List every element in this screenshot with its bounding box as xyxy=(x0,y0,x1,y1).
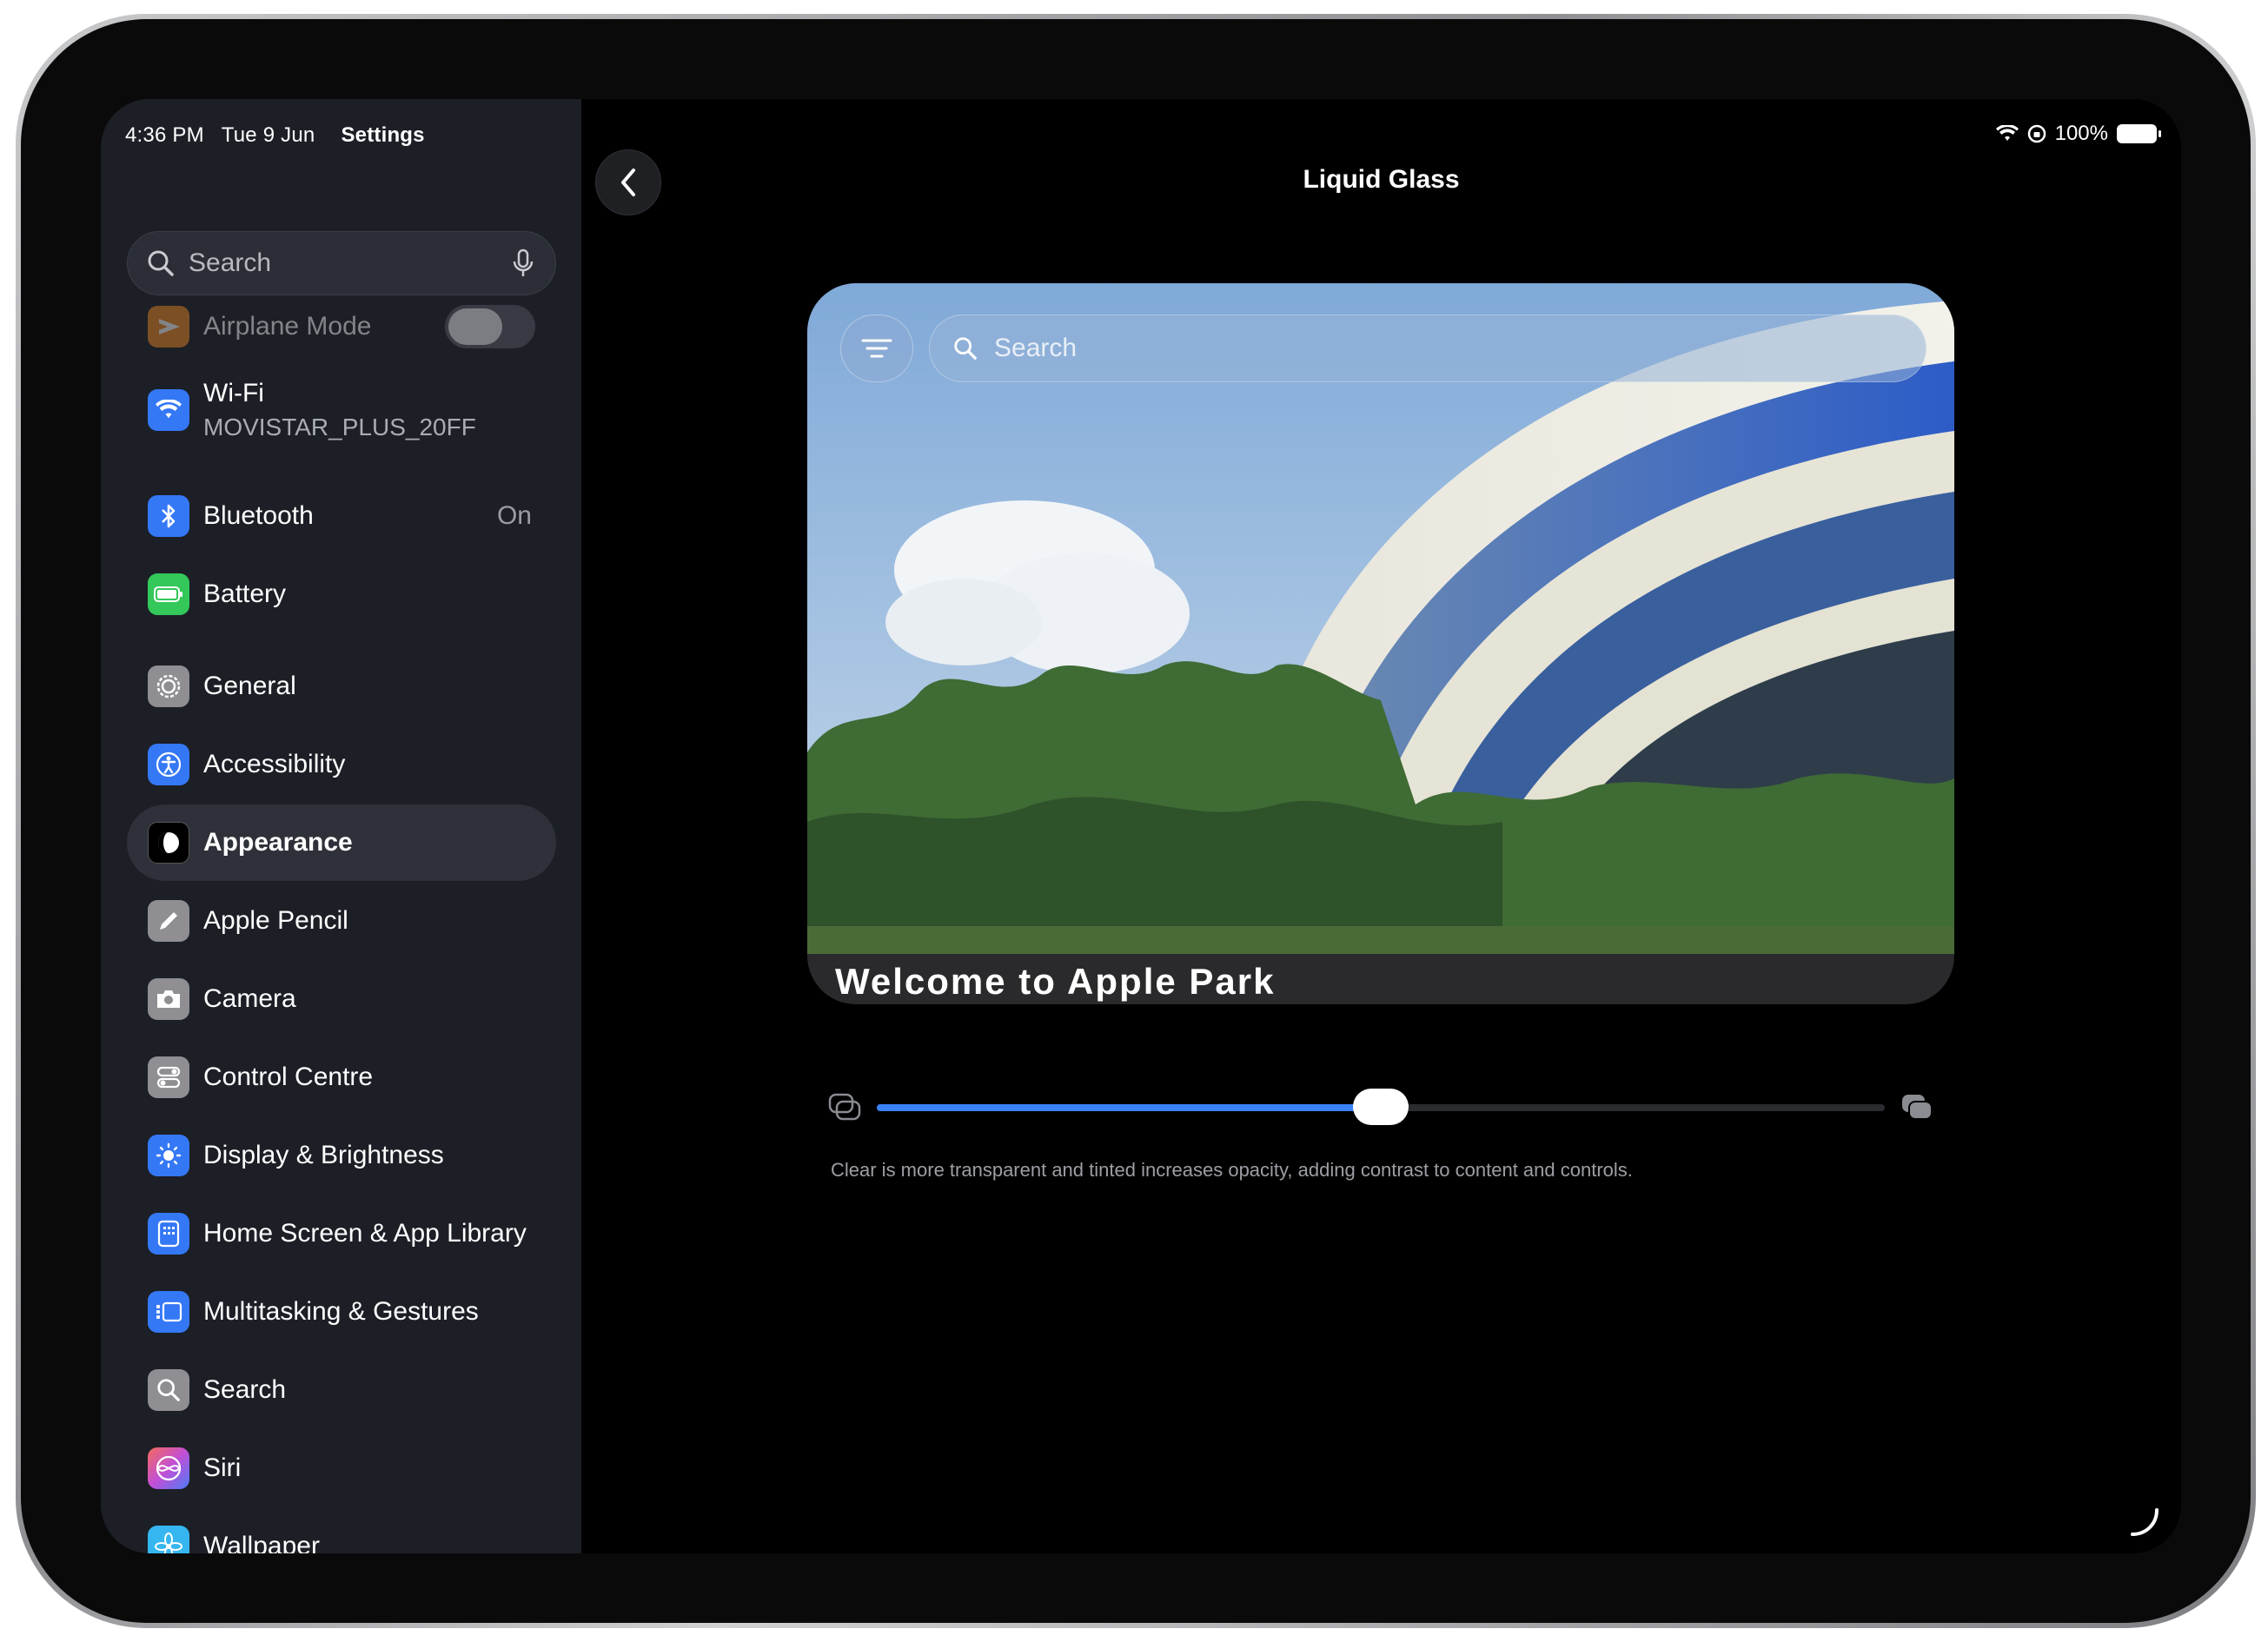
preview-search-field[interactable]: Search xyxy=(929,314,1926,382)
sidebar-item-label: Bluetooth xyxy=(203,501,314,530)
sidebar-item-battery[interactable]: Battery xyxy=(127,556,556,632)
settings-sidebar: Search Airplane Mode Wi-Fi MOVISTAR_PLUS… xyxy=(101,99,581,1553)
sidebar-item-wallpaper[interactable]: Wallpaper xyxy=(127,1508,556,1553)
sidebar-item-label: Siri xyxy=(203,1453,242,1482)
siri-icon xyxy=(148,1447,189,1489)
orientation-lock-icon xyxy=(2027,124,2046,143)
home-screen-icon xyxy=(148,1213,189,1255)
sidebar-item-label: Accessibility xyxy=(203,750,346,778)
sidebar-item-multitasking[interactable]: Multitasking & Gestures xyxy=(127,1274,556,1350)
preview-menu-button[interactable] xyxy=(840,314,913,382)
wifi-status-icon xyxy=(1995,125,2019,141)
sidebar-item-general[interactable]: General xyxy=(127,648,556,725)
sidebar-item-label: Airplane Mode xyxy=(203,312,372,341)
sidebar-item-accessibility[interactable]: Accessibility xyxy=(127,726,556,803)
appearance-icon xyxy=(148,822,189,864)
magnifier-icon xyxy=(954,337,977,360)
preview-search-placeholder: Search xyxy=(994,334,1078,362)
sidebar-item-label: Search xyxy=(203,1375,287,1404)
page-title: Liquid Glass xyxy=(1303,165,1460,194)
search-icon xyxy=(148,1369,189,1411)
sidebar-item-label: Camera xyxy=(203,984,296,1013)
pencil-icon xyxy=(148,900,189,942)
sidebar-item-camera[interactable]: Camera xyxy=(127,961,556,1037)
control-centre-icon xyxy=(148,1056,189,1098)
airplane-mode-toggle[interactable] xyxy=(445,305,535,348)
sidebar-item-label: Home Screen & App Library xyxy=(203,1219,527,1248)
sidebar-item-label: Appearance xyxy=(203,828,353,857)
sidebar-item-siri[interactable]: Siri xyxy=(127,1430,556,1506)
sidebar-item-label: Apple Pencil xyxy=(203,906,348,935)
slider-fill xyxy=(877,1104,1381,1111)
sidebar-item-label: Battery xyxy=(203,579,287,608)
sidebar-item-label: Multitasking & Gestures xyxy=(203,1297,479,1326)
multitasking-icon xyxy=(148,1291,189,1333)
sidebar-search-input[interactable]: Search xyxy=(127,231,556,295)
screen: 4:36 PM Tue 9 Jun Settings 100% Search A… xyxy=(101,99,2181,1553)
liquid-glass-preview: Search Welcome to Apple Park xyxy=(807,283,1954,1004)
magnifier-icon xyxy=(148,250,174,276)
sidebar-item-apple-pencil[interactable]: Apple Pencil xyxy=(127,883,556,959)
sidebar-item-bluetooth[interactable]: Bluetooth On xyxy=(127,478,556,554)
slider-thumb[interactable] xyxy=(1353,1089,1409,1125)
bluetooth-icon xyxy=(148,495,189,537)
battery-status-icon xyxy=(2117,124,2161,143)
sun-icon xyxy=(148,1135,189,1176)
sidebar-item-airplane-mode[interactable]: Airplane Mode xyxy=(127,302,556,351)
wifi-icon xyxy=(148,389,189,431)
glass-opacity-slider[interactable] xyxy=(828,1081,1933,1133)
accessibility-icon xyxy=(148,744,189,785)
slider-description: Clear is more transparent and tinted inc… xyxy=(831,1159,1633,1181)
sidebar-item-label: General xyxy=(203,672,296,700)
sidebar-item-search[interactable]: Search xyxy=(127,1352,556,1428)
status-date: Tue 9 Jun xyxy=(221,123,315,147)
clear-glass-icon xyxy=(828,1093,861,1121)
sidebar-item-label: Control Centre xyxy=(203,1063,374,1091)
flower-icon xyxy=(148,1526,189,1553)
battery-icon xyxy=(148,573,189,615)
sidebar-item-appearance[interactable]: Appearance xyxy=(127,804,556,881)
sidebar-item-label: Wallpaper xyxy=(203,1532,320,1553)
status-app-title: Settings xyxy=(341,123,425,147)
apple-park-photo xyxy=(807,283,1954,954)
sidebar-item-display-brightness[interactable]: Display & Brightness xyxy=(127,1117,556,1194)
status-bar-right: 100% xyxy=(1995,122,2161,146)
slider-track[interactable] xyxy=(877,1089,1885,1125)
microphone-icon[interactable] xyxy=(510,248,536,278)
bluetooth-status: On xyxy=(496,501,532,530)
airplane-icon xyxy=(148,306,189,348)
filter-icon xyxy=(861,339,892,358)
status-time: 4:36 PM xyxy=(125,123,204,147)
ipad-frame: 4:36 PM Tue 9 Jun Settings 100% Search A… xyxy=(16,14,2256,1628)
detail-pane: Liquid Glass Search Welcome to Apple Par… xyxy=(581,99,2181,1553)
sidebar-item-control-centre[interactable]: Control Centre xyxy=(127,1039,556,1116)
wifi-network-name: MOVISTAR_PLUS_20FF xyxy=(203,414,476,440)
sidebar-item-label: Wi-Fi xyxy=(203,379,264,407)
resize-handle-icon[interactable] xyxy=(2129,1506,2160,1538)
camera-icon xyxy=(148,978,189,1020)
search-placeholder: Search xyxy=(189,248,272,277)
preview-caption: Welcome to Apple Park xyxy=(835,961,1276,1002)
status-bar-left: 4:36 PM Tue 9 Jun Settings xyxy=(125,123,425,148)
gear-icon xyxy=(148,665,189,707)
battery-percent: 100% xyxy=(2054,122,2108,145)
sidebar-item-wifi[interactable]: Wi-Fi MOVISTAR_PLUS_20FF xyxy=(127,368,556,452)
tinted-glass-icon xyxy=(1902,1095,1933,1120)
sidebar-item-label: Display & Brightness xyxy=(203,1141,444,1169)
bezel: 4:36 PM Tue 9 Jun Settings 100% Search A… xyxy=(21,19,2251,1623)
sidebar-item-home-screen[interactable]: Home Screen & App Library xyxy=(127,1195,556,1272)
